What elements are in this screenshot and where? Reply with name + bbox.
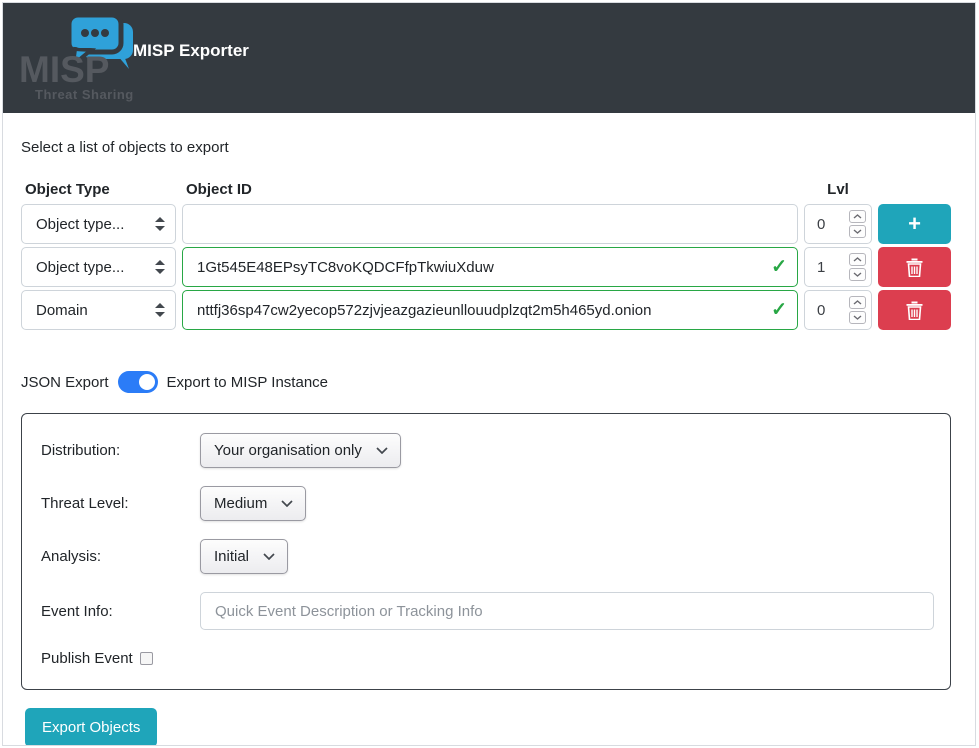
- object-type-selected-value: Object type...: [36, 259, 155, 276]
- json-export-label: JSON Export: [21, 374, 109, 391]
- threat-level-select[interactable]: Medium: [200, 486, 306, 521]
- distribution-row: Distribution: Your organisation only: [41, 433, 934, 468]
- object-type-select[interactable]: Object type...: [21, 247, 176, 287]
- spin-up-button[interactable]: [849, 296, 866, 309]
- spin-up-button[interactable]: [849, 210, 866, 223]
- plus-icon: +: [908, 213, 921, 235]
- event-info-label: Event Info:: [41, 603, 200, 620]
- lvl-value: 1: [817, 259, 849, 276]
- object-id-cell: [182, 204, 798, 244]
- lvl-spinner: [849, 253, 866, 281]
- lvl-spinner: [849, 296, 866, 324]
- select-updown-icon: [155, 303, 165, 317]
- export-objects-button[interactable]: Export Objects: [25, 708, 157, 746]
- lvl-spinner: [849, 210, 866, 238]
- column-header-actions: [878, 190, 951, 193]
- spin-down-button[interactable]: [849, 268, 866, 281]
- misp-options-panel: Distribution: Your organisation only Thr…: [21, 413, 951, 690]
- add-row-button[interactable]: +: [878, 204, 951, 244]
- lvl-number-input[interactable]: 1: [804, 247, 872, 287]
- distribution-selected-value: Your organisation only: [214, 442, 362, 459]
- distribution-label: Distribution:: [41, 442, 200, 459]
- publish-event-label: Publish Event: [41, 650, 133, 667]
- delete-row-button[interactable]: [878, 290, 951, 330]
- spin-down-button[interactable]: [849, 225, 866, 238]
- spin-down-button[interactable]: [849, 311, 866, 324]
- event-info-row: Event Info:: [41, 592, 934, 630]
- object-type-select[interactable]: Domain: [21, 290, 176, 330]
- chevron-down-icon: [376, 447, 388, 454]
- app-window: MISP Threat Sharing MISP Exporter Select…: [2, 2, 976, 746]
- threat-level-selected-value: Medium: [214, 495, 267, 512]
- misp-logo-name: MISP: [19, 51, 109, 88]
- select-updown-icon: [155, 217, 165, 231]
- threat-level-label: Threat Level:: [41, 495, 200, 512]
- threat-level-row: Threat Level: Medium: [41, 486, 934, 521]
- object-id-input[interactable]: [182, 247, 798, 287]
- publish-event-checkbox[interactable]: [140, 652, 153, 665]
- intro-text: Select a list of objects to export: [21, 139, 951, 156]
- trash-icon: [906, 258, 923, 277]
- object-type-select[interactable]: Object type...: [21, 204, 176, 244]
- event-info-input[interactable]: [200, 592, 934, 630]
- page-title: MISP Exporter: [133, 41, 249, 61]
- toggle-knob: [139, 374, 155, 390]
- lvl-value: 0: [817, 216, 849, 233]
- object-type-selected-value: Object type...: [36, 216, 155, 233]
- delete-row-button[interactable]: [878, 247, 951, 287]
- analysis-row: Analysis: Initial: [41, 539, 934, 574]
- chevron-down-icon: [263, 553, 275, 560]
- analysis-label: Analysis:: [41, 548, 200, 565]
- column-header-object-id: Object ID: [182, 181, 798, 201]
- distribution-select[interactable]: Your organisation only: [200, 433, 401, 468]
- object-id-cell: ✓: [182, 290, 798, 330]
- lvl-number-input[interactable]: 0: [804, 204, 872, 244]
- chevron-down-icon: [281, 500, 293, 507]
- app-header: MISP Threat Sharing MISP Exporter: [3, 3, 975, 113]
- object-type-selected-value: Domain: [36, 302, 155, 319]
- misp-instance-label: Export to MISP Instance: [167, 374, 328, 391]
- object-id-input[interactable]: [182, 290, 798, 330]
- analysis-selected-value: Initial: [214, 548, 249, 565]
- select-updown-icon: [155, 260, 165, 274]
- object-table: Object Type Object ID Lvl Object type...…: [21, 181, 951, 330]
- lvl-number-input[interactable]: 0: [804, 290, 872, 330]
- column-header-object-type: Object Type: [21, 181, 176, 201]
- column-header-lvl: Lvl: [804, 181, 872, 201]
- publish-event-row: Publish Event: [41, 650, 934, 667]
- misp-logo-tagline: Threat Sharing: [35, 87, 134, 102]
- object-id-input[interactable]: [182, 204, 798, 244]
- misp-logo: MISP Threat Sharing: [17, 9, 137, 109]
- analysis-select[interactable]: Initial: [200, 539, 288, 574]
- spin-up-button[interactable]: [849, 253, 866, 266]
- lvl-value: 0: [817, 302, 849, 319]
- object-id-cell: ✓: [182, 247, 798, 287]
- export-mode-row: JSON Export Export to MISP Instance: [21, 371, 951, 393]
- main-content: Select a list of objects to export Objec…: [3, 139, 975, 746]
- trash-icon: [906, 301, 923, 320]
- export-mode-toggle[interactable]: [118, 371, 158, 393]
